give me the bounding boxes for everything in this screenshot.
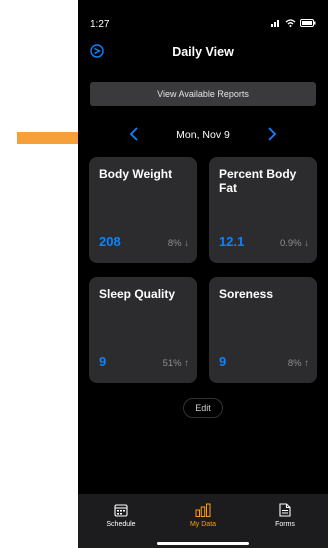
current-date: Mon, Nov 9	[176, 129, 230, 141]
tab-forms[interactable]: Forms	[250, 503, 320, 528]
view-reports-button[interactable]: View Available Reports	[90, 82, 316, 106]
metric-value: 9	[219, 354, 227, 369]
chevron-right-icon[interactable]	[266, 126, 278, 142]
tab-label: My Data	[189, 521, 217, 528]
metric-value: 12.1	[219, 234, 245, 249]
document-icon	[279, 503, 291, 517]
tab-label: Schedule	[106, 521, 136, 528]
edit-button[interactable]: Edit	[183, 398, 223, 418]
metric-label: Body Weight	[99, 167, 173, 181]
tab-label: Forms	[275, 521, 295, 528]
metric-card-percent-body-fat[interactable]: Percent Body Fat 12.1 0.9% ↓	[209, 157, 317, 263]
status-bar: 1:27	[90, 19, 316, 33]
calendar-icon	[114, 504, 128, 517]
signal-icon	[271, 20, 279, 27]
status-time: 1:27	[90, 19, 110, 30]
status-icons	[271, 19, 316, 27]
nav-bar: Daily View	[78, 36, 328, 66]
metric-change: 51% ↑	[162, 358, 189, 369]
metric-value: 9	[99, 354, 107, 369]
metric-card-sleep-quality[interactable]: Sleep Quality 9 51% ↑	[89, 277, 197, 383]
home-indicator[interactable]	[157, 542, 249, 545]
tab-schedule[interactable]: Schedule	[86, 503, 156, 528]
battery-icon	[300, 19, 316, 27]
phone-screen: 1:27 Daily View View Available Reports M…	[78, 0, 328, 548]
metric-change: 0.9% ↓	[279, 238, 309, 249]
date-navigator: Mon, Nov 9	[78, 124, 328, 146]
metric-change: 8% ↑	[287, 358, 309, 369]
metric-card-body-weight[interactable]: Body Weight 208 8% ↓	[89, 157, 197, 263]
metric-label: Soreness	[219, 287, 274, 301]
tab-bar: Schedule My Data Forms	[78, 494, 328, 548]
metric-change: 8% ↓	[167, 238, 189, 249]
metric-value: 208	[99, 234, 121, 249]
tab-my-data[interactable]: My Data	[168, 503, 238, 528]
metric-card-soreness[interactable]: Soreness 9 8% ↑	[209, 277, 317, 383]
bar-chart-icon	[195, 503, 211, 517]
wifi-icon	[285, 19, 296, 27]
metric-label: Sleep Quality	[99, 287, 176, 301]
metric-label: Percent Body Fat	[219, 167, 297, 195]
page-title: Daily View	[172, 45, 234, 59]
